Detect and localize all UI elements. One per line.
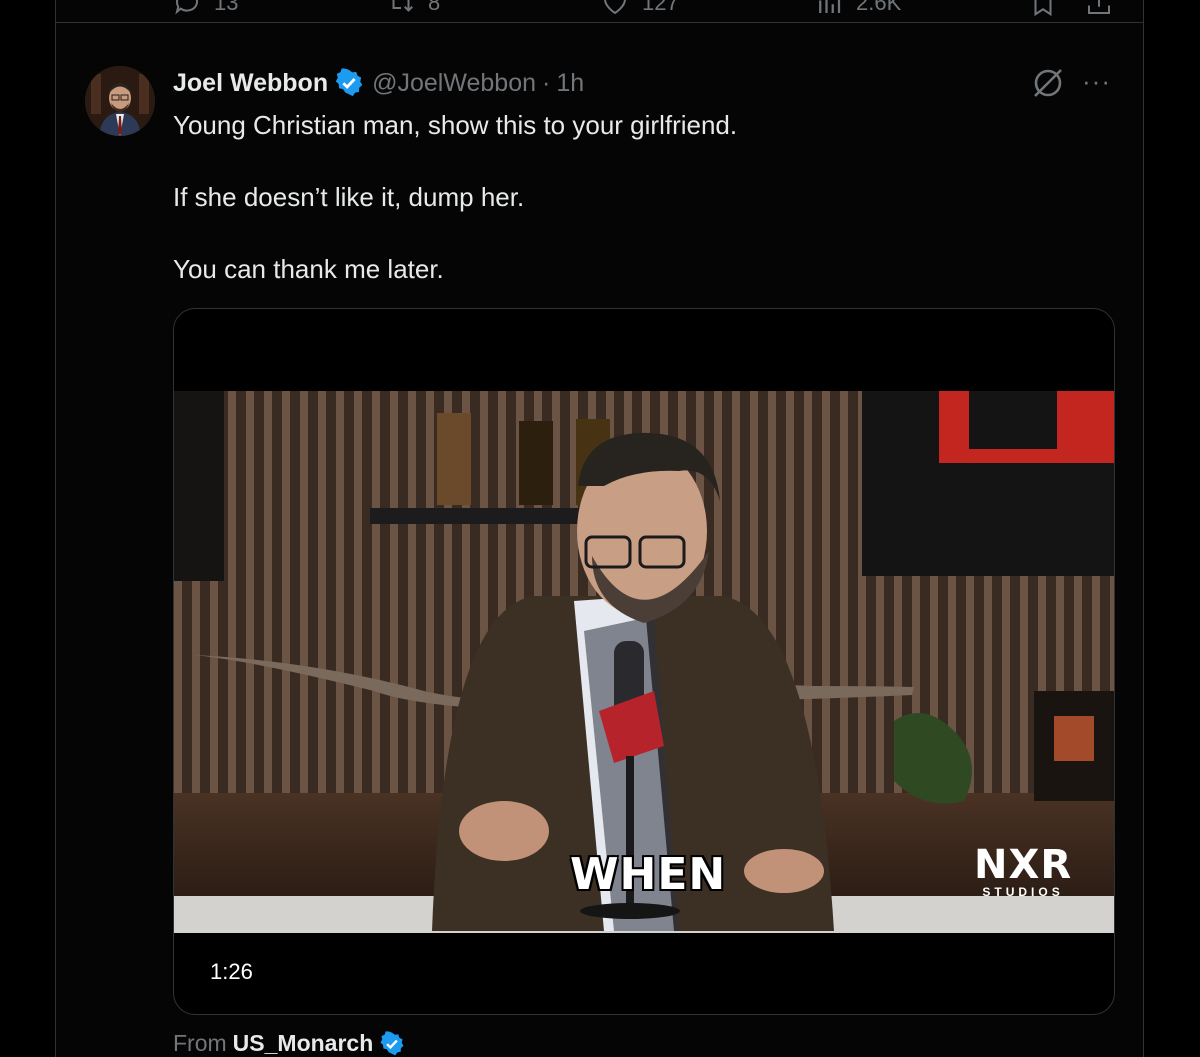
tweet-line: If she doesn’t like it, dump her.	[173, 182, 525, 212]
author-avatar[interactable]	[85, 66, 155, 136]
grok-icon[interactable]	[1031, 66, 1065, 100]
share-button[interactable]	[1084, 0, 1114, 18]
time-separator: ·	[542, 68, 551, 97]
studio-logo-main: NXR	[974, 842, 1073, 888]
studio-logo-sub: STUDIOS	[982, 885, 1064, 899]
previous-tweet-actions: 13 8 127 2.6K	[56, 0, 1143, 23]
share-icon	[1088, 0, 1110, 14]
more-icon[interactable]: ···	[1082, 68, 1116, 98]
video-attribution: From US_Monarch	[173, 1030, 405, 1057]
views-count: 2.6K	[856, 0, 902, 15]
author-handle[interactable]: @JoelWebbon	[372, 69, 536, 98]
tweet-header: Joel Webbon @JoelWebbon · 1h	[173, 66, 584, 100]
repost-icon	[392, 0, 413, 12]
bookmark-icon	[1034, 0, 1052, 17]
author-name[interactable]: Joel Webbon	[173, 69, 328, 98]
tweet-line: You can thank me later.	[173, 254, 444, 284]
repost-button[interactable]: 8	[386, 0, 440, 18]
views-icon	[819, 0, 841, 13]
verified-icon	[380, 1030, 404, 1055]
video-player[interactable]: WHEN NXR STUDIOS 1:26	[173, 308, 1115, 1015]
attribution-source[interactable]: US_Monarch	[233, 1030, 374, 1057]
like-count: 127	[642, 0, 679, 15]
studio-logo: NXR STUDIOS	[974, 845, 1072, 899]
repost-count: 8	[428, 0, 441, 15]
verified-icon	[335, 68, 363, 97]
video-duration: 1:26	[210, 959, 253, 984]
bookmark-button[interactable]	[1028, 0, 1058, 18]
tweet-time[interactable]: 1h	[556, 69, 584, 98]
reply-count: 13	[214, 0, 239, 15]
tweet-line: Young Christian man, show this to your g…	[173, 110, 738, 140]
avatar-image	[85, 66, 155, 136]
like-button[interactable]: 127	[600, 0, 679, 18]
like-icon	[604, 0, 626, 15]
video-caption: WHEN	[570, 849, 727, 900]
reply-button[interactable]: 13	[172, 0, 238, 18]
attribution-prefix: From	[173, 1030, 227, 1056]
tweet-text: Young Christian man, show this to your g…	[173, 107, 1073, 323]
reply-icon	[175, 0, 198, 15]
views-button[interactable]: 2.6K	[814, 0, 901, 18]
